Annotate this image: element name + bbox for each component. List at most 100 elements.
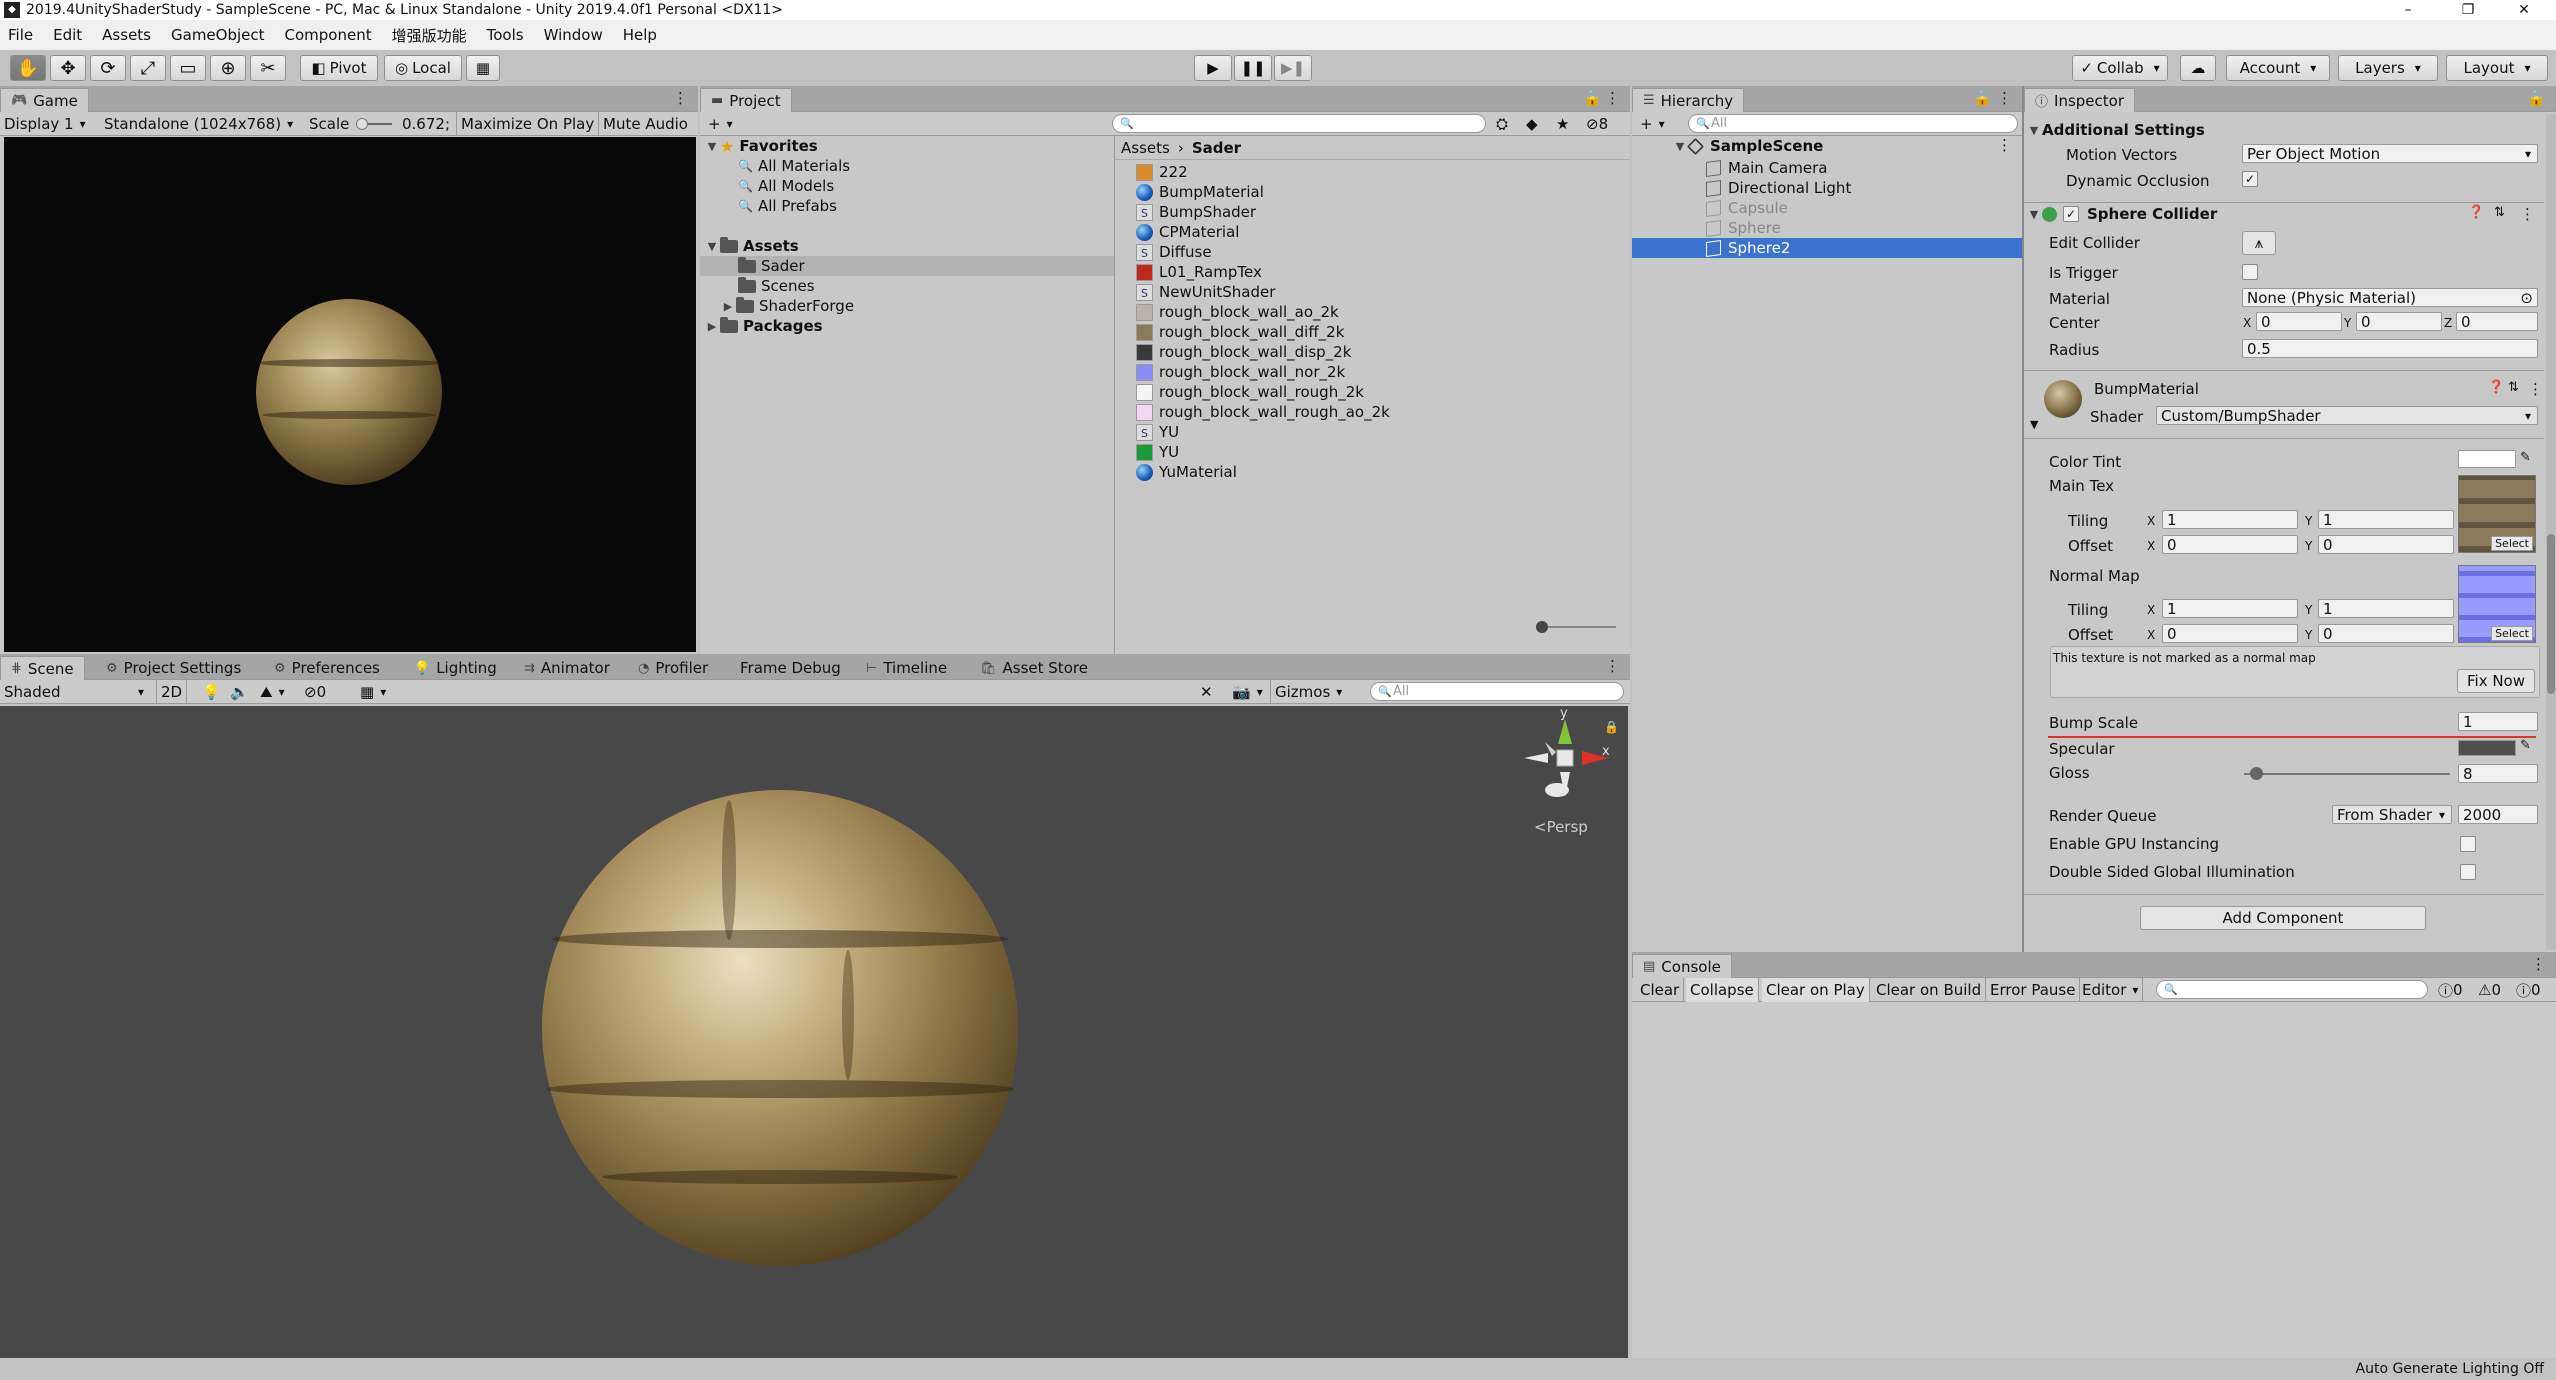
- eyedropper-icon[interactable]: ✎: [2520, 450, 2531, 465]
- tree-all-models[interactable]: 🔍 All Models: [738, 176, 834, 196]
- console-editor-dropdown[interactable]: Editor: [2078, 978, 2144, 1002]
- scene-search-input[interactable]: 🔍 All: [1370, 682, 1624, 701]
- tab-frame-debug[interactable]: Frame Debug: [730, 656, 851, 680]
- breadcrumb-sader[interactable]: Sader: [1192, 139, 1241, 157]
- add-component-button[interactable]: Add Component: [2140, 906, 2426, 930]
- camera-icon[interactable]: 📷: [1228, 680, 1267, 704]
- scene-grid-icon[interactable]: ▦: [356, 680, 390, 704]
- scene-menu-icon[interactable]: ⋮: [1997, 136, 2012, 154]
- console-info-toggle[interactable]: ⓘ 0: [2434, 978, 2467, 1002]
- scene-audio-icon[interactable]: 🔈: [226, 680, 253, 704]
- mute-audio-toggle[interactable]: Mute Audio: [598, 112, 692, 136]
- panel-menu-icon[interactable]: ⋮: [1997, 89, 2012, 107]
- tree-favorites[interactable]: ▼ ★ Favorites: [704, 136, 818, 156]
- maximize-on-play-toggle[interactable]: Maximize On Play: [456, 112, 598, 136]
- transform-tool-icon[interactable]: ⊕: [210, 55, 246, 81]
- fold-down-icon[interactable]: ▼: [2026, 124, 2042, 137]
- dynamic-occlusion-checkbox[interactable]: ✓: [2242, 171, 2258, 187]
- asset-item[interactable]: rough_block_wall_ao_2k: [1136, 302, 1339, 322]
- display-dropdown[interactable]: Display 1: [0, 112, 90, 136]
- asset-item[interactable]: 222: [1136, 162, 1188, 182]
- hierarchy-scene-row[interactable]: ▼ SampleScene: [1672, 136, 1824, 156]
- asset-item[interactable]: BumpMaterial: [1136, 182, 1264, 202]
- fold-down-icon[interactable]: ▼: [704, 240, 720, 253]
- pause-button[interactable]: ❚❚: [1234, 55, 1272, 81]
- radius-field[interactable]: 0.5: [2242, 339, 2538, 358]
- account-dropdown[interactable]: Account: [2226, 55, 2330, 81]
- menu-component[interactable]: Component: [285, 26, 372, 44]
- panel-menu-icon[interactable]: ⋮: [1605, 89, 1620, 107]
- tree-packages[interactable]: ▶ Packages: [704, 316, 823, 336]
- icon-size-slider[interactable]: [1536, 621, 1616, 633]
- close-button[interactable]: ✕: [2496, 0, 2552, 20]
- bump-scale-field[interactable]: 1: [2458, 712, 2538, 731]
- tree-folder-shaderforge[interactable]: ▶ ShaderForge: [720, 296, 854, 316]
- tree-folder-scenes[interactable]: Scenes: [738, 276, 815, 296]
- favorites-star-icon[interactable]: ★: [1552, 112, 1573, 136]
- asset-item[interactable]: rough_block_wall_diff_2k: [1136, 322, 1344, 342]
- scene-sphere[interactable]: [542, 790, 1018, 1266]
- scene-visibility-toggle[interactable]: ⊘ 0: [300, 680, 330, 704]
- tab-project[interactable]: ▬ Project: [700, 88, 792, 112]
- main-tiling-x-field[interactable]: 1: [2162, 510, 2298, 529]
- fold-right-icon[interactable]: ▶: [720, 300, 736, 313]
- menu-file[interactable]: File: [8, 26, 33, 44]
- create-object-dropdown[interactable]: +: [1636, 112, 1669, 136]
- move-tool-icon[interactable]: ✥: [50, 55, 86, 81]
- asset-item[interactable]: S Diffuse: [1136, 242, 1212, 262]
- main-tex-select-button[interactable]: Select: [2491, 536, 2533, 551]
- tab-asset-store[interactable]: 🛍 Asset Store: [970, 656, 1098, 680]
- persp-label[interactable]: <Persp: [1534, 818, 1588, 836]
- scene-lighting-icon[interactable]: 💡: [198, 680, 225, 704]
- menu-tools[interactable]: Tools: [487, 26, 524, 44]
- cloud-icon[interactable]: ☁: [2180, 55, 2216, 81]
- console-collapse-button[interactable]: Collapse: [1686, 978, 1759, 1002]
- edit-collider-icon[interactable]: ⩚: [2242, 231, 2276, 255]
- panel-menu-icon[interactable]: ⋮: [2531, 955, 2546, 973]
- double-sided-gi-checkbox[interactable]: [2460, 864, 2476, 880]
- tab-game[interactable]: 🎮 Game: [0, 88, 89, 112]
- sphere-collider-header[interactable]: ▼ ✓ Sphere Collider: [2026, 203, 2542, 225]
- rect-tool-icon[interactable]: ▭: [170, 55, 206, 81]
- preset-icon[interactable]: ⇅: [2494, 205, 2505, 220]
- main-offset-x-field[interactable]: 0: [2162, 535, 2298, 554]
- tab-inspector[interactable]: ⓘ Inspector: [2024, 88, 2135, 112]
- console-error-pause-button[interactable]: Error Pause: [1986, 978, 2081, 1002]
- center-y-field[interactable]: 0: [2356, 312, 2442, 331]
- lock-icon[interactable]: 🔒: [2527, 89, 2546, 107]
- hierarchy-item[interactable]: Sphere: [1706, 218, 1781, 238]
- fold-down-icon[interactable]: ▼: [704, 140, 720, 153]
- scene-effects-icon[interactable]: ⛰: [256, 680, 289, 704]
- center-x-field[interactable]: 0: [2256, 312, 2342, 331]
- tab-preferences[interactable]: ⚙ Preferences: [264, 656, 390, 680]
- orientation-gizmo[interactable]: y x: [1520, 706, 1610, 804]
- tab-animator[interactable]: ⇉ Animator: [514, 656, 620, 680]
- game-viewport[interactable]: [4, 137, 696, 652]
- grid-snap-icon[interactable]: ▦: [466, 55, 500, 81]
- minimize-button[interactable]: –: [2380, 0, 2436, 20]
- console-clear-on-build-button[interactable]: Clear on Build: [1872, 978, 1987, 1002]
- local-toggle[interactable]: ◎ Local: [384, 55, 462, 81]
- fold-down-icon[interactable]: ▼: [1672, 140, 1688, 153]
- hidden-packages-toggle[interactable]: ⊘ 8: [1582, 112, 1612, 136]
- layout-dropdown[interactable]: Layout: [2446, 55, 2548, 81]
- gpu-instancing-checkbox[interactable]: [2460, 836, 2476, 852]
- console-search-input[interactable]: 🔍: [2156, 980, 2428, 999]
- lock-icon[interactable]: 🔒: [1604, 720, 1619, 734]
- tab-profiler[interactable]: ◔ Profiler: [628, 656, 718, 680]
- create-asset-dropdown[interactable]: +: [704, 112, 737, 136]
- hierarchy-item[interactable]: Sphere2: [1706, 238, 1790, 258]
- shading-mode-dropdown[interactable]: Shaded: [0, 680, 148, 704]
- maximize-button[interactable]: ❐: [2440, 0, 2496, 20]
- help-icon[interactable]: ❓: [2488, 380, 2504, 395]
- scale-tool-icon[interactable]: ⤢: [130, 55, 166, 81]
- normal-offset-y-field[interactable]: 0: [2318, 624, 2454, 643]
- eyedropper-icon[interactable]: ✎: [2520, 738, 2531, 753]
- asset-item[interactable]: YU: [1136, 442, 1179, 462]
- object-picker-icon[interactable]: ⊙: [2520, 289, 2533, 307]
- physic-material-field[interactable]: None (Physic Material) ⊙: [2242, 288, 2538, 307]
- help-icon[interactable]: ❓: [2468, 205, 2484, 220]
- sphere-collider-enabled-checkbox[interactable]: ✓: [2063, 206, 2079, 222]
- hand-tool-icon[interactable]: ✋: [10, 55, 46, 81]
- rotate-tool-icon[interactable]: ⟳: [90, 55, 126, 81]
